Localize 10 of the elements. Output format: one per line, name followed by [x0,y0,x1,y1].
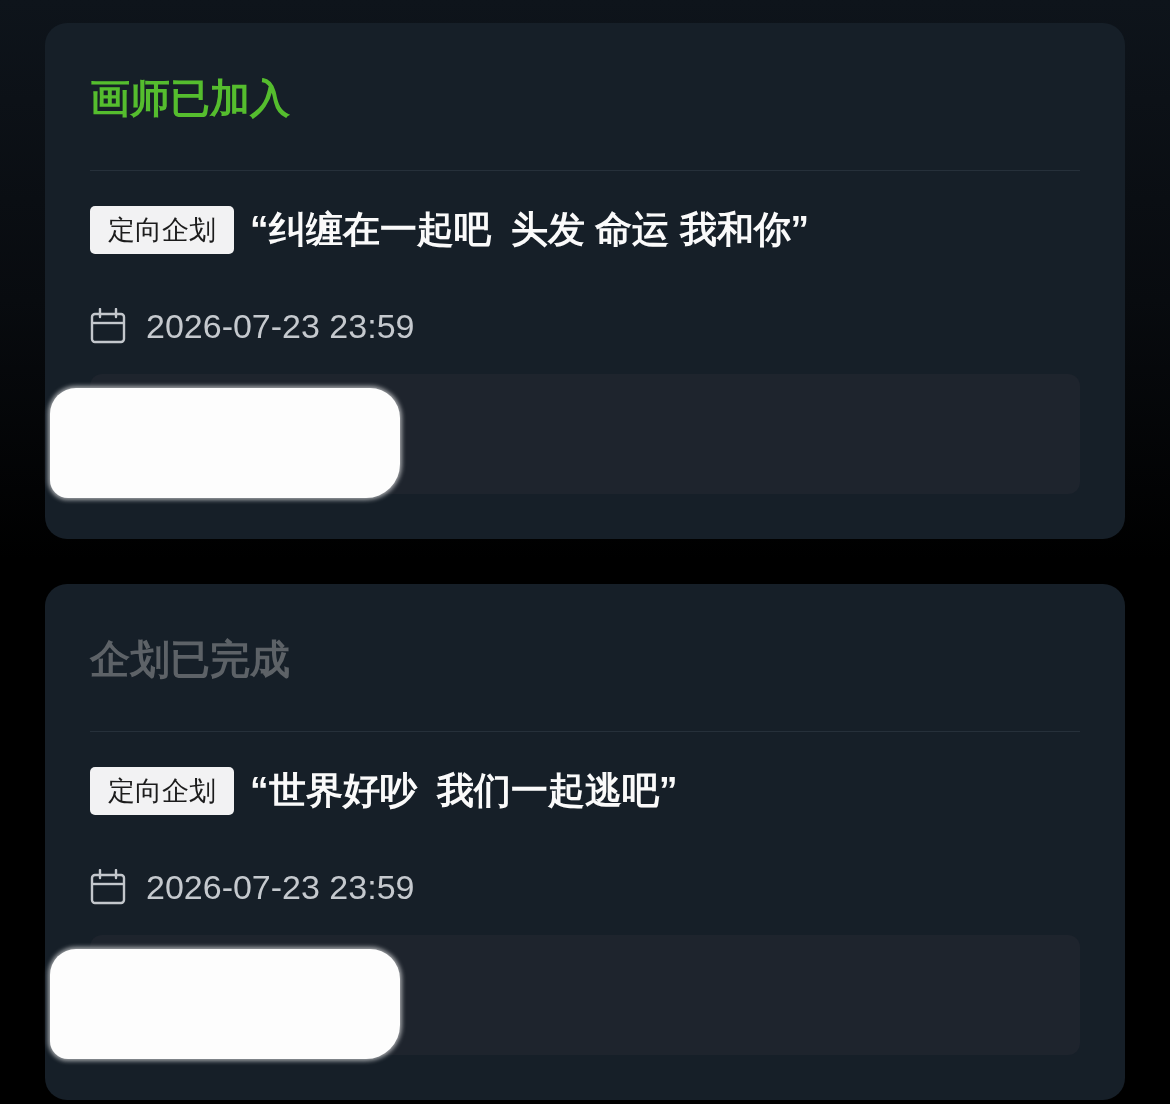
calendar-icon [90,308,126,344]
calendar-icon [90,869,126,905]
status-label: 企划已完成 [90,636,291,682]
status-label: 画师已加入 [90,75,291,121]
deadline-date: 2026-07-23 23:59 [146,867,415,907]
deadline-date: 2026-07-23 23:59 [146,306,415,346]
project-type-tag: 定向企划 [90,206,234,254]
project-title: “世界好吵 我们一起逃吧” [250,769,678,813]
project-type-tag: 定向企划 [90,767,234,815]
project-title: “纠缠在一起吧 头发 命运 我和你” [250,208,810,252]
